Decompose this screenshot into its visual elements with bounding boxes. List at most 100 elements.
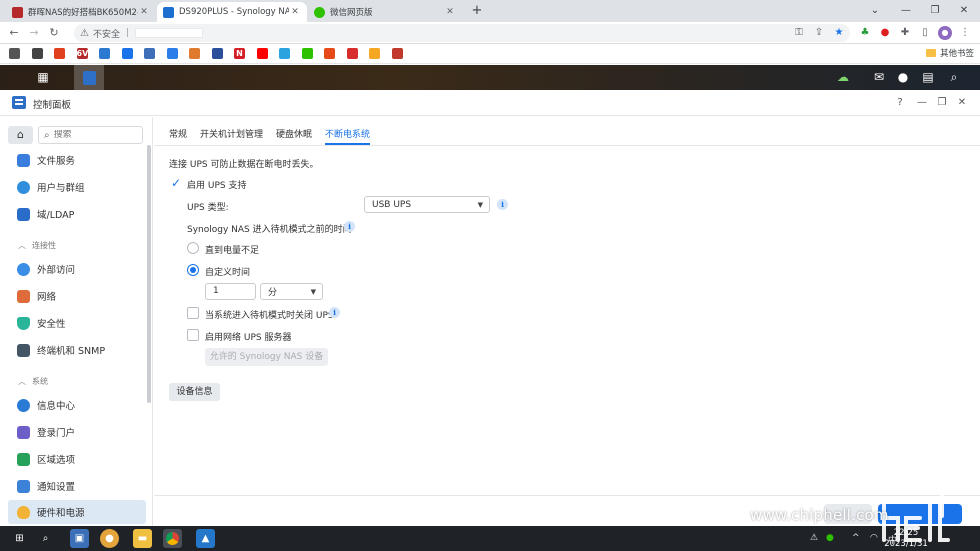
- adblock-extension-icon[interactable]: ●: [878, 26, 892, 40]
- device-info-button[interactable]: 设备信息: [169, 383, 220, 401]
- main-menu-icon[interactable]: ▦: [28, 65, 58, 90]
- tab-general[interactable]: 常规: [169, 127, 187, 145]
- windows-start-icon[interactable]: ⊞: [10, 529, 29, 548]
- restore-icon[interactable]: ❐: [922, 3, 948, 19]
- cloud-sync-icon[interactable]: ☁: [828, 65, 858, 90]
- url-redacted: [135, 28, 204, 38]
- time-unit-select[interactable]: 分 ▼: [260, 283, 323, 300]
- bookmark-favicon-icon[interactable]: [189, 48, 200, 59]
- browser-tab-1[interactable]: 群晖NAS的好搭档BK650M2-CH ✕: [6, 2, 156, 22]
- sidebar-item-hardware-power[interactable]: 硬件和电源: [8, 500, 146, 524]
- share-icon[interactable]: ⇪: [812, 26, 826, 40]
- chrome-taskbar-icon[interactable]: [163, 529, 182, 548]
- minimize-icon[interactable]: —: [893, 3, 919, 19]
- key-icon[interactable]: ⚿: [792, 26, 806, 40]
- close-window-icon[interactable]: ✕: [951, 3, 977, 19]
- bookmark-favicon-icon[interactable]: [31, 48, 43, 59]
- sidebar-scrollbar[interactable]: [147, 145, 151, 403]
- bookmark-favicon-icon[interactable]: [279, 48, 290, 59]
- sidebar-search[interactable]: ⌕: [38, 126, 143, 144]
- shutdown-ups-checkbox[interactable]: [187, 307, 199, 319]
- bookmark-favicon-icon[interactable]: [99, 48, 110, 59]
- search-icon[interactable]: ⌕: [939, 65, 969, 90]
- bookmark-favicon-icon[interactable]: [121, 48, 133, 59]
- ups-type-label: UPS 类型:: [187, 203, 229, 213]
- tray-icon[interactable]: ⚠: [810, 533, 818, 543]
- control-panel-taskbar-icon[interactable]: [74, 65, 104, 90]
- sidebar-item-terminal-snmp[interactable]: 终端机和 SNMP: [8, 339, 146, 361]
- tray-chevron-icon[interactable]: ^: [852, 533, 860, 543]
- sidebar-item-info-center[interactable]: 信息中心: [8, 394, 146, 416]
- maximize-window-icon[interactable]: ❐: [935, 96, 949, 110]
- sidebar-item-external-access[interactable]: 外部访问: [8, 258, 146, 280]
- bookmark-favicon-icon[interactable]: [369, 48, 380, 59]
- sidebar-item-login-portal[interactable]: 登录门户: [8, 421, 146, 443]
- bookmark-favicon-icon[interactable]: [391, 48, 403, 59]
- sidebar-item-regional-options[interactable]: 区域选项: [8, 448, 146, 470]
- close-tab-icon[interactable]: ✕: [444, 7, 456, 17]
- other-bookmarks[interactable]: 其他书签: [925, 47, 974, 59]
- home-button[interactable]: ⌂: [8, 126, 33, 144]
- wechat-tray-icon[interactable]: ●: [826, 533, 834, 543]
- back-icon[interactable]: ←: [6, 25, 22, 41]
- minimize-window-icon[interactable]: —: [915, 96, 929, 110]
- address-bar[interactable]: ⚠ 不安全 |: [74, 24, 850, 42]
- bookmark-favicon-icon[interactable]: 6V: [76, 48, 88, 59]
- close-tab-icon[interactable]: ✕: [289, 7, 301, 17]
- tab-hdd-hibernation[interactable]: 硬盘休眠: [276, 127, 312, 145]
- allowed-devices-button[interactable]: 允许的 Synology NAS 设备: [205, 348, 328, 366]
- sidebar-item-security[interactable]: 安全性: [8, 312, 146, 334]
- search-input[interactable]: [53, 130, 129, 140]
- sidebar-item-users-groups[interactable]: 用户与群组: [8, 176, 146, 198]
- bookmark-favicon-icon[interactable]: [144, 48, 155, 59]
- bookmark-star-icon[interactable]: ★: [832, 26, 846, 40]
- app-taskbar-icon[interactable]: ▣: [70, 529, 89, 548]
- caret-down-icon: ▼: [477, 201, 483, 209]
- ups-type-select[interactable]: USB UPS ▼: [364, 196, 490, 213]
- browser-menu-icon[interactable]: ⋮: [958, 26, 972, 40]
- enable-ups-checkbox[interactable]: ✓: [170, 177, 182, 189]
- info-icon[interactable]: i: [344, 221, 355, 232]
- group-system[interactable]: ︿ 系统: [18, 376, 48, 387]
- tab-search-icon[interactable]: ⌄: [862, 3, 888, 19]
- sidebar-item-notification[interactable]: 通知设置: [8, 475, 146, 497]
- app-taskbar-icon[interactable]: ●: [100, 529, 119, 548]
- extension-icon[interactable]: ♣: [858, 26, 872, 40]
- custom-time-input[interactable]: 1: [205, 283, 256, 300]
- forward-icon[interactable]: →: [26, 25, 42, 41]
- tab-ups[interactable]: 不断电系统: [325, 127, 371, 145]
- browser-tab-2[interactable]: DS920PLUS - Synology NAS ✕: [157, 2, 307, 22]
- bookmark-favicon-icon[interactable]: [256, 48, 268, 59]
- bookmark-favicon-icon[interactable]: [301, 48, 313, 59]
- new-tab-button[interactable]: +: [464, 3, 490, 19]
- sidebar-item-domain-ldap[interactable]: 域/LDAP: [8, 203, 146, 225]
- info-icon[interactable]: i: [329, 307, 340, 318]
- profile-avatar-icon[interactable]: ●: [938, 26, 952, 40]
- bookmark-favicon-icon[interactable]: [166, 48, 178, 59]
- app-taskbar-icon[interactable]: ▲: [196, 529, 215, 548]
- file-explorer-icon[interactable]: ▬: [133, 529, 152, 548]
- group-connectivity[interactable]: ︿ 连接性: [18, 240, 56, 251]
- search-icon[interactable]: ⌕: [36, 529, 55, 548]
- sidebar-item-network[interactable]: 网络: [8, 285, 146, 307]
- network-ups-server-checkbox[interactable]: [187, 329, 199, 341]
- until-low-battery-radio[interactable]: [187, 242, 199, 254]
- side-panel-icon[interactable]: ▯: [918, 26, 932, 40]
- close-window-icon[interactable]: ✕: [955, 96, 969, 110]
- help-button[interactable]: ?: [893, 96, 907, 110]
- bookmark-favicon-icon[interactable]: [324, 48, 335, 59]
- info-icon[interactable]: i: [497, 199, 508, 210]
- browser-tab-3[interactable]: 微信网页版 ✕: [308, 2, 462, 22]
- bookmark-favicon-icon[interactable]: [211, 48, 223, 59]
- domain-icon: [17, 207, 30, 221]
- bookmark-favicon-icon[interactable]: [346, 48, 358, 59]
- bookmark-favicon-icon[interactable]: [9, 48, 20, 59]
- bookmark-favicon-icon[interactable]: N: [234, 48, 245, 59]
- reload-icon[interactable]: ↻: [46, 25, 62, 41]
- custom-time-radio[interactable]: [187, 264, 199, 276]
- tab-power-schedule[interactable]: 开关机计划管理: [200, 127, 263, 145]
- bookmark-favicon-icon[interactable]: [54, 48, 65, 59]
- sidebar-item-file-services[interactable]: 文件服务: [8, 149, 146, 171]
- extensions-puzzle-icon[interactable]: ✚: [898, 26, 912, 40]
- close-tab-icon[interactable]: ✕: [138, 7, 150, 17]
